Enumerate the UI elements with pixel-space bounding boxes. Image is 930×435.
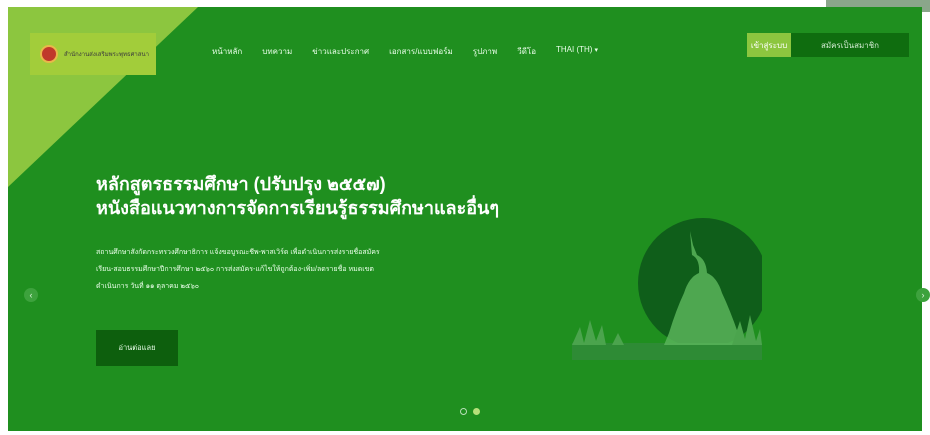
carousel-prev-arrow-icon[interactable]: ‹: [24, 288, 38, 302]
seal-icon: [40, 45, 58, 63]
carousel-dot-2[interactable]: [473, 408, 480, 415]
carousel-dot-1[interactable]: [460, 408, 467, 415]
chevron-down-icon: ▾: [594, 47, 598, 54]
desc-line-2: เรียน-สอบธรรมศึกษาปีการศึกษา ๒๕๖๐ การส่ง…: [96, 266, 374, 273]
logo-text: สำนักงานส่งเสริมพระพุทธศาสนา: [64, 52, 149, 58]
title-line-1: หลักสูตรธรรมศึกษา (ปรับปรุง ๒๕๕๗): [96, 174, 386, 194]
nav-item-articles[interactable]: บทความ: [262, 45, 292, 58]
hero-banner: สำนักงานส่งเสริมพระพุทธศาสนา หน้าหลัก บท…: [8, 7, 922, 431]
nav-item-gallery[interactable]: รูปภาพ: [473, 45, 497, 58]
read-more-button[interactable]: อ่านต่อแลย: [96, 330, 178, 366]
page-title: หลักสูตรธรรมศึกษา (ปรับปรุง ๒๕๕๗) หนังสื…: [96, 172, 616, 220]
register-button[interactable]: สมัครเป็นสมาชิก: [791, 33, 909, 57]
language-dropdown[interactable]: THAI (TH) ▾: [556, 45, 598, 58]
carousel-next-arrow-icon[interactable]: ›: [916, 288, 930, 302]
nav-item-news[interactable]: ข่าวและประกาศ: [312, 45, 369, 58]
hero-description: สถานศึกษาสังกัดกระทรวงศึกษาธิการ แจ้งขอบ…: [96, 244, 536, 295]
desc-line-1: สถานศึกษาสังกัดกระทรวงศึกษาธิการ แจ้งขอบ…: [96, 249, 380, 256]
desc-line-3: ดำเนินการ วันที่ ๑๑ ตุลาคม ๒๕๖๐: [96, 283, 200, 290]
site-logo[interactable]: สำนักงานส่งเสริมพระพุทธศาสนา: [30, 33, 156, 75]
nav-item-home[interactable]: หน้าหลัก: [212, 45, 242, 58]
nav-item-documents[interactable]: เอกสาร/แบบฟอร์ม: [389, 45, 453, 58]
carousel-indicators: [460, 408, 480, 415]
login-button[interactable]: เข้าสู่ระบบ: [747, 33, 791, 57]
main-nav: หน้าหลัก บทความ ข่าวและประกาศ เอกสาร/แบบ…: [212, 45, 598, 58]
buddha-illustration-icon: [572, 218, 762, 360]
language-label: THAI (TH): [556, 45, 593, 54]
nav-item-videos[interactable]: วีดีโอ: [517, 45, 536, 58]
title-line-2: หนังสือแนวทางการจัดการเรียนรู้ธรรมศึกษาแ…: [96, 198, 500, 218]
